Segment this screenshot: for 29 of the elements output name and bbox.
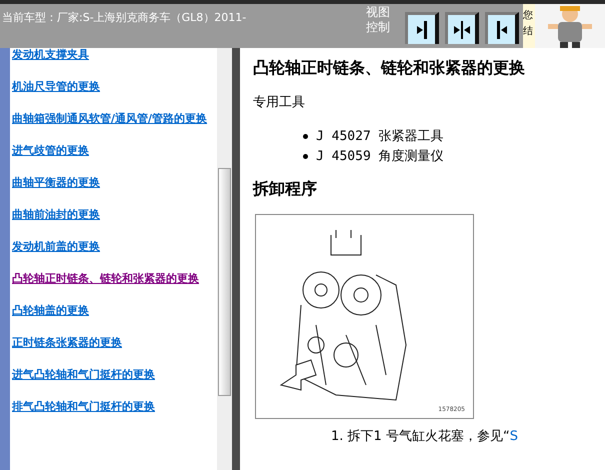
page-title: 凸轮轴正时链条、链轮和张紧器的更换 xyxy=(253,58,526,79)
sidebar-link[interactable]: 排气凸轮轴和气门挺杆的更换 xyxy=(12,400,217,414)
sidebar-link[interactable]: 正时链条张紧器的更换 xyxy=(12,336,217,350)
view-button[interactable] xyxy=(485,12,519,44)
bullet-icon xyxy=(303,134,308,138)
tool-item: J 45059 角度测量仪 xyxy=(316,148,444,165)
sidebar-link[interactable]: 曲轴箱强制通风软管/通风管/管路的更换 xyxy=(12,112,217,126)
sidebar-link[interactable]: 发动机支撑夹具 xyxy=(12,48,217,62)
sidebar-link[interactable]: 机油尺导管的更换 xyxy=(12,80,217,94)
view-button[interactable] xyxy=(405,12,439,44)
scrollbar[interactable] xyxy=(217,48,232,470)
sidebar-link[interactable]: 进气歧管的更换 xyxy=(12,144,217,158)
bullet-icon xyxy=(303,154,308,158)
side-text: 您结 xyxy=(523,4,535,48)
step-text: 1. 拆下1 号气缸火花塞，参见“S xyxy=(331,428,519,445)
sidebar-link[interactable]: 发动机前盖的更换 xyxy=(12,240,217,254)
procedure-heading: 拆卸程序 xyxy=(253,179,318,200)
view-control-label: 视图控制 xyxy=(366,4,391,36)
sidebar-link[interactable]: 凸轮轴盖的更换 xyxy=(12,304,217,318)
current-vehicle-label: 当前车型：厂家:S-上海别克商务车（GL8）2011- xyxy=(1,10,248,26)
sidebar-link[interactable]: 凸轮轴正时链条、链轮和张紧器的更换 xyxy=(12,272,217,286)
tools-heading: 专用工具 xyxy=(253,94,306,111)
arrows-inward-icon xyxy=(452,20,472,38)
step-link[interactable]: S xyxy=(510,429,518,444)
sidebar-link[interactable]: 曲轴前油封的更换 xyxy=(12,208,217,222)
view-button[interactable] xyxy=(445,12,479,44)
sidebar-link[interactable]: 曲轴平衡器的更换 xyxy=(12,176,217,190)
tool-item: J 45027 张紧器工具 xyxy=(316,128,444,145)
sidebar-link[interactable]: 进气凸轮轴和气门挺杆的更换 xyxy=(12,368,217,382)
